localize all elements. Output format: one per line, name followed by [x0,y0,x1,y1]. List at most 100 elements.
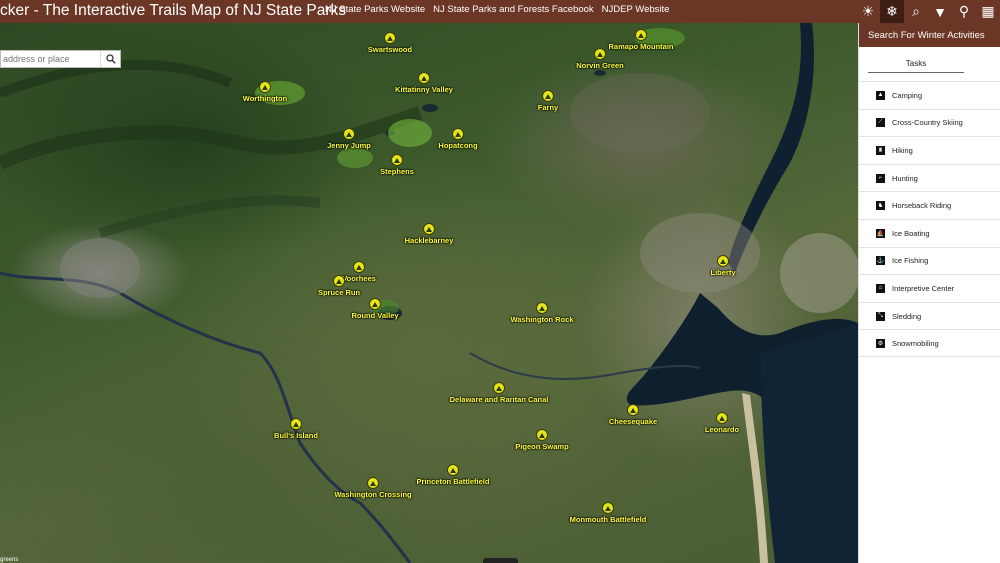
iceboat-icon: ⛵ [876,228,885,238]
app-header: cker - The Interactive Trails Map of NJ … [0,0,1000,23]
app-title: cker - The Interactive Trails Map of NJ … [0,2,347,19]
task-label: Hunting [892,173,918,183]
park-label: Voorhees [342,274,376,283]
park-pin-icon [536,429,548,441]
map-view[interactable]: Swartswood Ramapo Mountain Norvin Green … [0,23,858,563]
panel-title: Search For Winter Activities [859,23,1000,47]
park-label: Stephens [380,167,414,176]
task-label: Sledding [892,311,922,321]
park-label: Pigeon Swamp [515,442,569,451]
park-pin-icon [635,29,647,41]
search-input[interactable] [1,51,100,67]
park-pin-icon [627,404,639,416]
task-label: Horseback Riding [892,201,952,211]
task-label: Camping [892,90,923,100]
park-label: Princeton Battlefield [416,477,490,486]
park-pin-icon [384,32,396,44]
task-ice-boating[interactable]: ⛵ Ice Boating [859,218,1000,247]
task-sledding[interactable]: ⤡ Sledding [859,301,1000,330]
task-label: Ice Fishing [892,256,929,266]
map-bottom-handle[interactable] [483,558,518,563]
nj-state-parks-link[interactable]: NJ State Parks Website [325,4,425,15]
park-pin-icon [717,255,729,267]
filter-icon[interactable]: ▼ [928,0,952,23]
park-pin-icon [447,464,459,476]
sled-icon: ⤡ [876,311,885,321]
toolbar: ☀ ❄ ⌕ ▼ ⚲ ▦ [856,0,1000,23]
task-label: Hiking [892,145,913,155]
search-icon [105,54,116,64]
center-icon: ⌂ [876,283,885,293]
park-pin-icon [290,418,302,430]
task-label: Interpretive Center [892,283,955,293]
park-pin-icon [536,302,548,314]
snowmobile-icon: ⚙ [876,338,885,348]
park-label: Norvin Green [576,61,624,70]
park-label: Hopatcong [438,141,478,150]
header-links: NJ State Parks Website NJ State Parks an… [325,4,669,15]
park-pin-icon [369,298,381,310]
park-label: Bull's Island [274,431,318,440]
task-horseback-riding[interactable]: ♞ Horseback Riding [859,191,1000,219]
park-label: Delaware and Raritan Canal [449,395,549,404]
fishing-icon: ⚓ [876,256,885,266]
task-interpretive-center[interactable]: ⌂ Interpretive Center [859,274,1000,302]
park-pin-icon [367,477,379,489]
njdep-link[interactable]: NJDEP Website [602,4,670,15]
hunting-icon: ⌐ [876,173,885,183]
task-hunting[interactable]: ⌐ Hunting [859,163,1000,192]
park-label: Spruce Run [317,288,361,297]
task-snowmobiling[interactable]: ⚙ Snowmobiling [859,329,1000,357]
park-label: Washington Crossing [334,490,412,499]
sun-icon[interactable]: ☀ [856,0,880,23]
horse-icon: ♞ [876,201,885,211]
park-pin-icon [259,81,271,93]
task-cross-country-skiing[interactable]: ⟋ Cross-Country Skiing [859,108,1000,137]
facebook-link[interactable]: NJ State Parks and Forests Facebook [433,4,594,15]
search-button[interactable] [100,51,120,67]
park-pin-icon [353,261,365,273]
park-pin-icon [452,128,464,140]
park-pin-icon [423,223,435,235]
park-label: Round Valley [351,311,399,320]
task-camping[interactable]: ▲ Camping [859,81,1000,109]
park-label: Monmouth Battlefield [569,515,647,524]
park-label: Swartswood [367,45,413,54]
park-pin-icon [542,90,554,102]
task-list: ▲ Camping ⟋ Cross-Country Skiing ♜ Hiking ⌐… [859,81,1000,357]
park-pin-icon [418,72,430,84]
park-label: Hacklebarney [404,236,454,245]
park-label: Worthington [242,94,288,103]
ski-icon: ⟋ [876,118,885,128]
task-hiking[interactable]: ♜ Hiking [859,136,1000,164]
park-label: Leonardo [704,425,740,434]
task-ice-fishing[interactable]: ⚓ Ice Fishing [859,246,1000,275]
tent-icon: ▲ [876,90,885,100]
park-label: Jenny Jump [327,141,371,150]
park-label: Ramapo Mountain [608,42,674,51]
park-pin-icon [493,382,505,394]
map-attribution: greens [0,557,19,563]
activities-panel: Search For Winter Activities Tasks ▲ Camp… [858,23,1000,563]
map-search [0,50,121,68]
find-icon[interactable]: ⌕ [904,0,928,23]
park-label: Liberty [710,268,736,277]
park-label: Cheesequake [608,417,658,426]
park-pin-icon [343,128,355,140]
park-pin-icon [594,48,606,60]
park-label: Farny [537,103,559,112]
hiker-icon: ♜ [876,145,885,155]
location-icon[interactable]: ⚲ [952,0,976,23]
park-pin-icon [602,502,614,514]
park-pin-icon [391,154,403,166]
grid-icon[interactable]: ▦ [976,0,1000,23]
park-pin-icon [716,412,728,424]
park-label: Washington Rock [510,315,574,324]
park-pin-icon [333,275,345,287]
task-label: Snowmobiling [892,338,939,348]
park-label: Kittatinny Valley [395,85,453,94]
task-label: Cross-Country Skiing [892,118,963,128]
tab-tasks[interactable]: Tasks [868,56,964,73]
task-label: Ice Boating [892,228,930,238]
snowflake-icon[interactable]: ❄ [880,0,904,23]
